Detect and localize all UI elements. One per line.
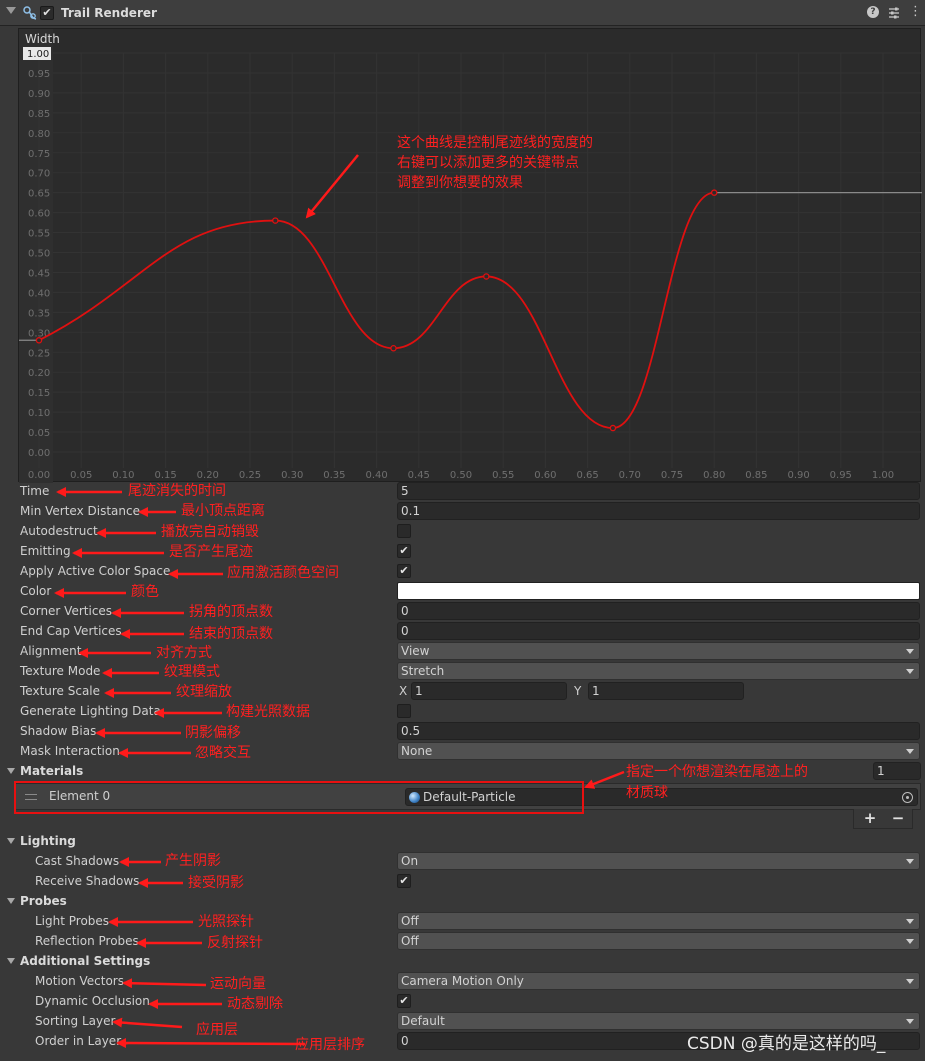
apply-color-space-annotation: 应用激活颜色空间	[227, 565, 339, 581]
min-vertex-annotation: 最小顶点距离	[181, 503, 265, 519]
mask-interaction-annotation: 忽略交互	[195, 745, 251, 761]
end-cap-vertices-annotation: 结束的顶点数	[189, 626, 273, 642]
texture-scale-annotation: 纹理缩放	[176, 684, 232, 700]
light-probes-annotation: 光照探针	[198, 914, 254, 930]
materials-annotation-line-1: 指定一个你想渲染在尾迹上的	[626, 764, 808, 780]
corner-vertices-annotation: 拐角的顶点数	[189, 604, 273, 620]
curve-annotation-line-2: 右键可以添加更多的关键带点	[397, 155, 579, 171]
cast-shadows-annotation: 产生阴影	[165, 853, 221, 869]
sorting-layer-annotation: 应用层	[196, 1022, 238, 1038]
color-annotation: 颜色	[131, 584, 159, 600]
reflection-probes-annotation: 反射探针	[207, 935, 263, 951]
watermark: CSDN @真的是这样的吗_	[687, 1034, 886, 1054]
texture-mode-annotation: 纹理模式	[164, 664, 220, 680]
inspector-panel: ✔ Trail Renderer ? ⋮ 0.95 0.90 0.85 0.80 0.7…	[0, 0, 925, 1061]
autodestruct-annotation: 播放完自动销毁	[161, 524, 259, 540]
receive-shadows-annotation: 接受阴影	[188, 875, 244, 891]
materials-annotation-line-2: 材质球	[626, 785, 668, 801]
alignment-annotation: 对齐方式	[156, 645, 212, 661]
time-annotation: 尾迹消失的时间	[128, 483, 226, 499]
dynamic-occlusion-annotation: 动态剔除	[227, 996, 283, 1012]
shadow-bias-annotation: 阴影偏移	[185, 725, 241, 741]
order-in-layer-annotation: 应用层排序	[295, 1037, 365, 1053]
motion-vectors-annotation: 运动向量	[210, 976, 266, 992]
curve-annotation-line-1: 这个曲线是控制尾迹线的宽度的	[397, 135, 593, 151]
gen-lighting-annotation: 构建光照数据	[226, 704, 310, 720]
curve-annotation-line-3: 调整到你想要的效果	[397, 175, 523, 191]
emitting-annotation: 是否产生尾迹	[169, 544, 253, 560]
